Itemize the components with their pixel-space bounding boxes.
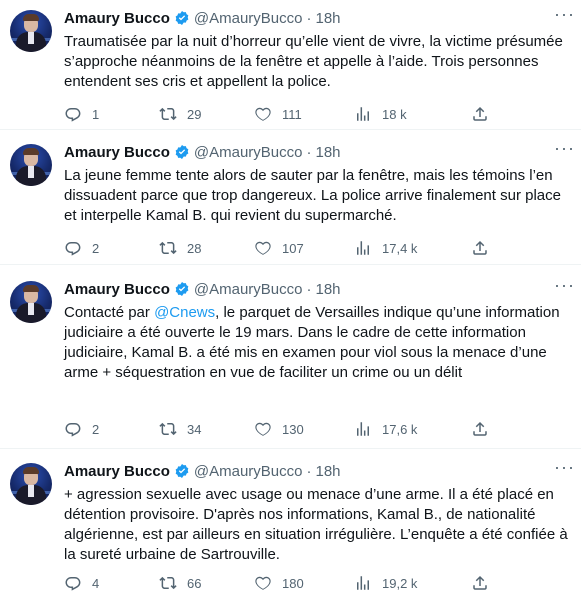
retweet-count: 29	[187, 106, 202, 122]
verified-badge-icon	[175, 145, 189, 159]
mention-link[interactable]: @Cnews	[154, 304, 215, 321]
reply-count: 2	[92, 240, 100, 256]
avatar[interactable]	[10, 463, 52, 505]
separator-dot: ·	[306, 9, 312, 27]
retweet-button[interactable]: 66	[159, 573, 201, 593]
verified-badge-icon	[175, 464, 189, 478]
retweet-count: 34	[187, 421, 202, 437]
separator-dot: ·	[306, 280, 312, 298]
reply-icon	[65, 577, 81, 591]
reply-count: 4	[92, 575, 100, 591]
tweet[interactable]: ··· Amaury Bucco @AmauryBucco · 18h La j…	[0, 130, 581, 265]
views-button[interactable]: 17,6 k	[354, 419, 417, 439]
like-button[interactable]: 130	[254, 419, 304, 439]
retweet-icon	[159, 107, 177, 121]
like-count: 107	[282, 240, 304, 256]
author-name[interactable]: Amaury Bucco	[64, 463, 170, 480]
author-name[interactable]: Amaury Bucco	[64, 144, 170, 161]
avatar[interactable]	[10, 281, 52, 323]
like-count: 111	[282, 106, 302, 122]
retweet-button[interactable]: 29	[159, 104, 201, 124]
retweet-count: 28	[187, 240, 202, 256]
share-icon	[473, 575, 487, 590]
views-icon	[357, 107, 369, 121]
reply-button[interactable]: 1	[64, 104, 99, 124]
like-button[interactable]: 111	[254, 104, 302, 124]
reply-icon	[65, 242, 81, 256]
views-count: 17,6 k	[382, 421, 418, 437]
author-handle[interactable]: @AmauryBucco	[194, 10, 303, 27]
share-button[interactable]	[471, 238, 489, 258]
timestamp[interactable]: 18h	[315, 10, 340, 27]
retweet-icon	[159, 576, 177, 590]
separator-dot: ·	[306, 143, 312, 161]
timestamp[interactable]: 18h	[315, 463, 340, 480]
tweet[interactable]: ··· Amaury Bucco @AmauryBucco · 18h Trau…	[0, 0, 581, 130]
views-button[interactable]: 19,2 k	[354, 573, 417, 593]
verified-badge-icon	[175, 11, 189, 25]
timestamp[interactable]: 18h	[315, 281, 340, 298]
retweet-button[interactable]: 28	[159, 238, 201, 258]
views-icon	[357, 241, 369, 255]
share-button[interactable]	[471, 419, 489, 439]
tweet[interactable]: ··· Amaury Bucco @AmauryBucco · 18h Cont…	[0, 265, 581, 449]
like-button[interactable]: 107	[254, 238, 304, 258]
reply-button[interactable]: 4	[64, 573, 99, 593]
reply-button[interactable]: 2	[64, 238, 99, 258]
share-button[interactable]	[471, 104, 489, 124]
like-count: 130	[282, 421, 304, 437]
author-handle[interactable]: @AmauryBucco	[194, 281, 303, 298]
like-button[interactable]: 180	[254, 573, 304, 593]
reply-count: 2	[92, 421, 100, 437]
like-icon	[255, 107, 271, 121]
author-name[interactable]: Amaury Bucco	[64, 281, 170, 298]
reply-button[interactable]: 2	[64, 419, 99, 439]
share-icon	[473, 240, 487, 255]
retweet-icon	[159, 422, 177, 436]
author-handle[interactable]: @AmauryBucco	[194, 144, 303, 161]
author-name[interactable]: Amaury Bucco	[64, 10, 170, 27]
verified-badge-icon	[175, 282, 189, 296]
share-button[interactable]	[471, 573, 489, 593]
like-icon	[255, 576, 271, 590]
tweet-text-prefix: Contacté par	[64, 304, 155, 321]
avatar[interactable]	[10, 10, 52, 52]
tweet-text: Contacté par @Cnews, le parquet de Versa…	[64, 303, 573, 383]
views-icon	[357, 576, 369, 590]
retweet-count: 66	[187, 575, 202, 591]
views-count: 19,2 k	[382, 575, 418, 591]
views-count: 18 k	[382, 106, 407, 122]
views-button[interactable]: 18 k	[354, 104, 407, 124]
tweet-text: + agression sexuelle avec usage ou menac…	[64, 486, 568, 563]
share-icon	[473, 421, 487, 436]
like-count: 180	[282, 575, 304, 591]
tweet-text: Traumatisée par la nuit d’horreur qu’ell…	[64, 33, 563, 90]
views-button[interactable]: 17,4 k	[354, 238, 417, 258]
tweet[interactable]: ··· Amaury Bucco @AmauryBucco · 18h + ag…	[0, 449, 581, 599]
retweet-button[interactable]: 34	[159, 419, 201, 439]
tweet-text: La jeune femme tente alors de sauter par…	[64, 167, 561, 224]
separator-dot: ·	[306, 462, 312, 480]
share-icon	[473, 106, 487, 121]
reply-icon	[65, 108, 81, 122]
like-icon	[255, 241, 271, 255]
views-count: 17,4 k	[382, 240, 418, 256]
retweet-icon	[159, 241, 177, 255]
reply-count: 1	[92, 106, 100, 122]
reply-icon	[65, 423, 81, 437]
views-icon	[357, 422, 369, 436]
timestamp[interactable]: 18h	[315, 144, 340, 161]
author-handle[interactable]: @AmauryBucco	[194, 463, 303, 480]
avatar[interactable]	[10, 144, 52, 186]
like-icon	[255, 422, 271, 436]
